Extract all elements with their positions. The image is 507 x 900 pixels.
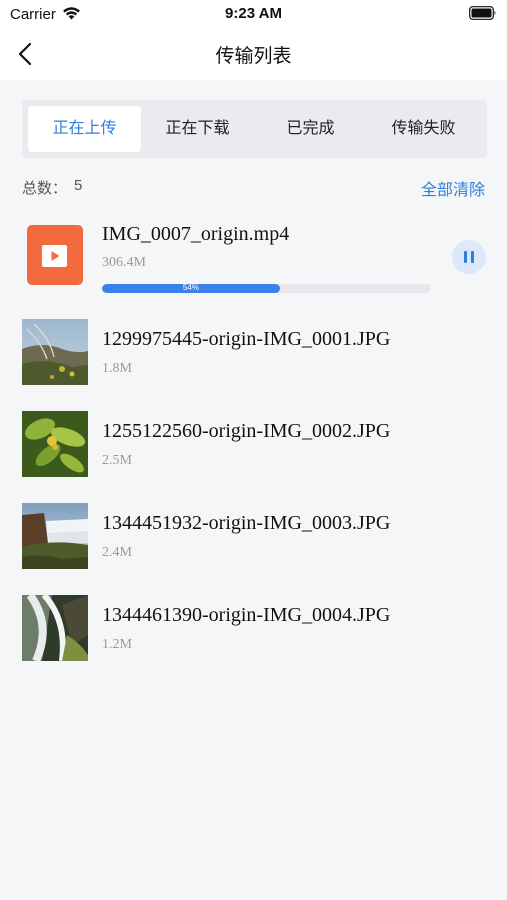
upload-progress-label: 54% (182, 284, 199, 292)
tab-completed[interactable]: 已完成 (254, 106, 367, 152)
status-bar: Carrier 9:23 AM (0, 0, 507, 28)
file-size: 1.2M (102, 637, 132, 652)
upload-progress-bar: 54% (102, 284, 431, 293)
transfer-tabs: 正在上传 正在下载 已完成 传输失败 (22, 100, 487, 158)
battery-icon (469, 6, 496, 20)
play-icon (42, 245, 67, 267)
file-name: 1344461390-origin-IMG_0004.JPG (102, 604, 391, 626)
total-count: 5 (74, 177, 83, 194)
file-name: IMG_0007_origin.mp4 (102, 223, 290, 245)
pause-icon (471, 251, 474, 263)
file-size: 1.8M (102, 361, 132, 376)
photo-thumbnail (22, 595, 88, 661)
pause-icon (464, 251, 467, 263)
file-name: 1344451932-origin-IMG_0003.JPG (102, 512, 391, 534)
file-name: 1299975445-origin-IMG_0001.JPG (102, 328, 391, 350)
file-size: 2.5M (102, 453, 132, 468)
list-item[interactable]: 1344461390-origin-IMG_0004.JPG 1.2M (0, 582, 507, 674)
photo-thumbnail (22, 319, 88, 385)
tab-uploading[interactable]: 正在上传 (28, 106, 141, 152)
file-size: 2.4M (102, 545, 132, 560)
photo-thumbnail (22, 503, 88, 569)
photo-thumbnail (22, 411, 88, 477)
file-size: 306.4M (102, 255, 146, 270)
nav-bar: 传输列表 (0, 28, 507, 80)
video-file-icon (27, 225, 83, 285)
list-item[interactable]: 1344451932-origin-IMG_0003.JPG 2.4M (0, 490, 507, 582)
status-time: 9:23 AM (225, 5, 282, 22)
pause-button[interactable] (452, 240, 486, 274)
page-title: 传输列表 (215, 46, 292, 67)
list-item[interactable]: 1299975445-origin-IMG_0001.JPG 1.8M (0, 306, 507, 398)
tab-failed[interactable]: 传输失败 (367, 106, 480, 152)
file-name: 1255122560-origin-IMG_0002.JPG (102, 420, 391, 442)
total-label: 总数： (22, 180, 68, 197)
clear-all-button[interactable]: 全部清除 (421, 176, 485, 200)
list-item[interactable]: 1255122560-origin-IMG_0002.JPG 2.5M (0, 398, 507, 490)
tab-downloading[interactable]: 正在下载 (141, 106, 254, 152)
